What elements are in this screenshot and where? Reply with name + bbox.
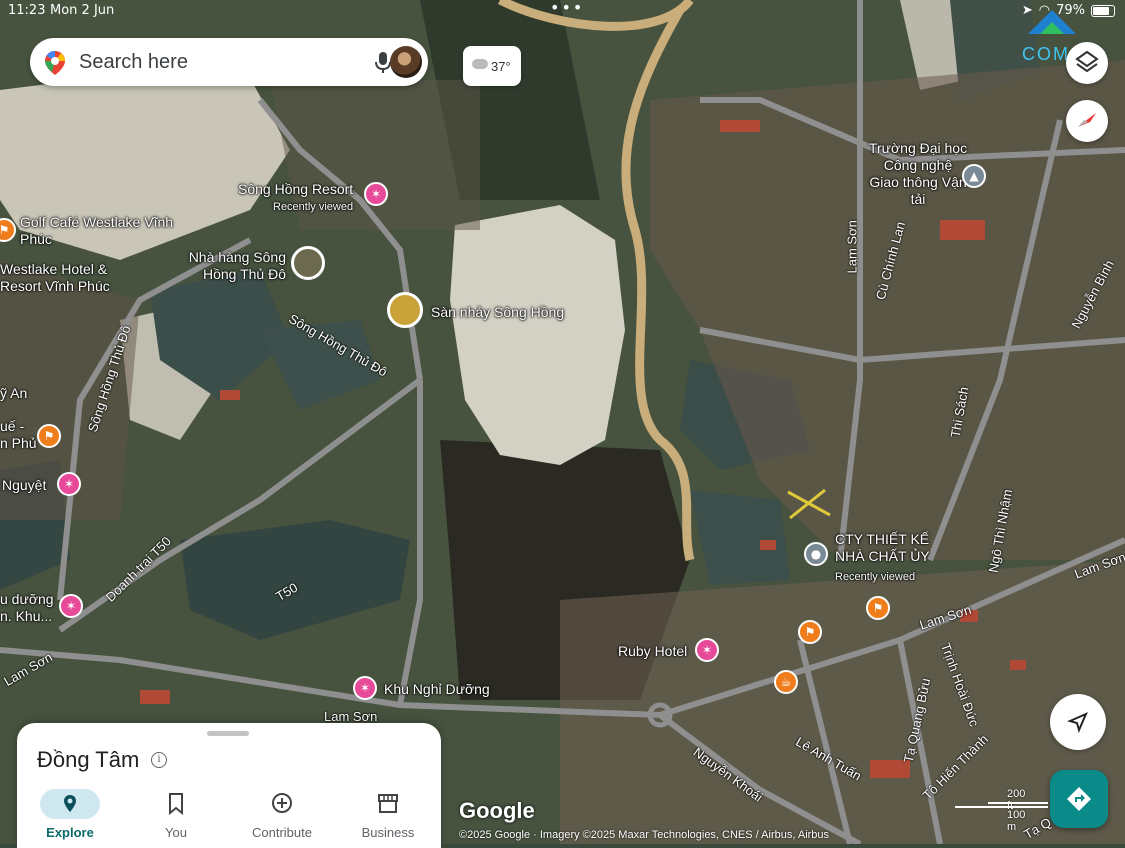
multitasking-dots-icon[interactable]: ••• <box>550 0 584 17</box>
place-label-song-hong-resort[interactable]: Sông Hồng Resort <box>238 181 353 198</box>
navigation-arrow-icon <box>1067 712 1088 733</box>
status-time: 11:23 <box>8 3 46 18</box>
directions-icon <box>1067 787 1091 811</box>
compass-icon <box>1078 113 1096 127</box>
restaurant-pin-icon[interactable]: ⚑ <box>866 596 890 620</box>
search-bar[interactable]: Search here <box>30 38 428 86</box>
map-attribution[interactable]: ©2025 Google · Imagery ©2025 Maxar Techn… <box>459 829 829 841</box>
tab-contribute-label: Contribute <box>252 825 312 840</box>
search-input[interactable]: Search here <box>79 51 188 74</box>
directions-button[interactable] <box>1050 770 1108 828</box>
school-pin-icon[interactable]: ▲ <box>962 164 986 188</box>
hotel-pin-icon[interactable]: ✶ <box>364 182 388 206</box>
place-label-truong-dai-hoc[interactable]: Trường Đại học Công nghệ Giao thông Vận … <box>868 140 968 208</box>
hotel-pin-icon[interactable]: ✶ <box>353 676 377 700</box>
photo-pin-icon[interactable] <box>387 292 423 328</box>
status-bar: 11:23 Mon 2 Jun ••• ➤ ◠ 79% <box>0 0 1125 22</box>
info-icon[interactable]: i <box>151 752 167 768</box>
cafe-pin-icon[interactable]: ☕ <box>774 670 798 694</box>
road-label: Lam Sơn <box>844 220 860 274</box>
tab-explore-label: Explore <box>46 825 94 840</box>
tab-business[interactable]: Business <box>343 789 433 840</box>
my-location-button[interactable] <box>1050 694 1106 750</box>
place-label-nguyet[interactable]: Nguyệt <box>2 477 46 494</box>
add-circle-icon <box>252 789 312 819</box>
restaurant-pin-icon[interactable]: ⚑ <box>798 620 822 644</box>
tab-you[interactable]: You <box>131 789 221 840</box>
photo-pin-icon[interactable] <box>291 246 325 280</box>
microphone-icon[interactable] <box>374 51 392 80</box>
scale-m: 100 m <box>1007 809 1026 833</box>
watermark-text: COM <box>1022 44 1070 64</box>
drag-handle[interactable] <box>207 731 249 736</box>
status-date: Mon 2 Jun <box>50 3 115 18</box>
place-label-san-nhay[interactable]: Sàn nhảy Sông Hồng <box>431 304 564 321</box>
place-label-partial-khu[interactable]: u dưỡng n. Khu... <box>0 591 54 625</box>
tab-contribute[interactable]: Contribute <box>237 789 327 840</box>
layers-icon <box>1075 50 1099 73</box>
storefront-icon <box>358 789 418 819</box>
current-area-name: Đồng Tâm <box>37 747 140 772</box>
bookmark-icon <box>146 789 206 819</box>
tab-explore[interactable]: Explore <box>25 789 115 840</box>
place-label-khu-nghi-duong[interactable]: Khu Nghỉ Dưỡng <box>384 681 490 698</box>
hotel-pin-icon[interactable]: ✶ <box>59 594 83 618</box>
recently-viewed-label: Recently viewed <box>835 571 916 583</box>
temperature: 37° <box>491 59 511 74</box>
restaurant-pin-icon[interactable]: ⚑ <box>37 424 61 448</box>
hotel-pin-icon[interactable]: ✶ <box>57 472 81 496</box>
google-maps-pin-icon <box>44 50 66 81</box>
tab-business-label: Business <box>361 825 415 840</box>
tab-you-label: You <box>165 825 187 840</box>
road-label: Lam Sơn <box>324 709 378 724</box>
place-label-partial-phu[interactable]: uế - n Phủ <box>0 418 37 452</box>
layers-button[interactable] <box>1066 42 1108 84</box>
cloud-icon <box>472 59 488 69</box>
profile-avatar[interactable] <box>390 46 422 78</box>
place-label-cty-thiet-ke[interactable]: CTY THIẾT KẾ NHÀ CHẤT ỦY <box>835 531 935 565</box>
bottom-sheet[interactable]: Đồng Tâm i Explore You Contribute Busine… <box>17 723 441 848</box>
weather-chip[interactable]: 37° <box>463 46 521 86</box>
place-label-westlake-hotel[interactable]: Westlake Hotel & Resort Vĩnh Phúc <box>0 261 115 295</box>
location-pin-icon <box>40 789 100 819</box>
hotel-pin-icon[interactable]: ✶ <box>695 638 719 662</box>
place-label-partial-an[interactable]: ỹ An <box>0 385 27 402</box>
place-label-golf-cafe[interactable]: Golf Café Westlake Vĩnh Phúc <box>20 214 180 248</box>
recently-viewed-label: Recently viewed <box>273 201 354 213</box>
place-label-ruby-hotel[interactable]: Ruby Hotel <box>618 643 687 660</box>
google-logo: Google <box>459 798 535 823</box>
selected-place-pin-icon[interactable]: ● <box>804 542 828 566</box>
compass-button[interactable] <box>1066 100 1108 142</box>
battery-icon <box>1091 4 1115 17</box>
place-label-nha-hang-song-hong[interactable]: Nhà hàng Sông Hồng Thủ Đô <box>181 249 286 283</box>
